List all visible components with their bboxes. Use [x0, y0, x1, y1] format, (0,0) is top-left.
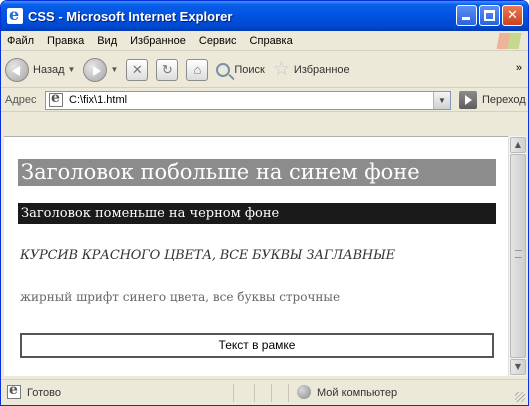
stop-button[interactable]: ✕	[126, 56, 149, 84]
refresh-icon: ↻	[156, 58, 179, 81]
search-icon	[216, 62, 231, 77]
maximize-button[interactable]	[479, 5, 500, 26]
scroll-down-button[interactable]: ▼	[510, 359, 526, 375]
ie-icon	[7, 5, 23, 24]
toolbar: Назад ▼ ▼ ✕ ↻ ⌂ Поиск ☆ Избранное »	[1, 52, 528, 88]
back-arrow-icon	[5, 57, 29, 82]
page-icon	[49, 90, 63, 107]
computer-zone-icon	[297, 385, 311, 399]
address-input[interactable]: C:\fix\1.html ▼	[45, 90, 451, 110]
zone-text: Мой компьютер	[317, 387, 398, 399]
forward-arrow-icon	[83, 57, 108, 82]
address-label: Адрес	[5, 94, 37, 106]
back-label: Назад	[33, 63, 65, 76]
heading-black: Заголовок поменьше на черном фоне	[18, 203, 496, 224]
search-label: Поиск	[234, 63, 265, 76]
scroll-thumb[interactable]	[510, 154, 526, 358]
menu-favorites[interactable]: Избранное	[130, 35, 186, 47]
menu-bar: Файл Правка Вид Избранное Сервис Справка	[1, 31, 528, 51]
lowercase-text: жирный шрифт синего цвета, все буквы стр…	[20, 290, 341, 304]
address-value: C:\fix\1.html	[69, 94, 128, 106]
minimize-button[interactable]	[456, 5, 477, 26]
go-button[interactable]: Переход	[482, 94, 526, 106]
resize-grip-icon[interactable]	[515, 392, 525, 402]
title-bar[interactable]: CSS - Microsoft Internet Explorer ✕	[1, 1, 528, 31]
close-button[interactable]: ✕	[502, 5, 523, 26]
windows-logo-icon	[496, 33, 522, 49]
forward-dropdown-icon[interactable]: ▼	[110, 65, 118, 74]
status-divider	[288, 384, 289, 402]
status-divider	[233, 384, 234, 402]
toolbar-more-chevron[interactable]: »	[516, 62, 522, 74]
heading-blue: Заголовок побольше на синем фоне	[18, 159, 496, 186]
home-button[interactable]: ⌂	[186, 56, 209, 84]
home-icon: ⌂	[186, 58, 209, 81]
status-divider	[254, 384, 255, 402]
status-bar: Готово Мой компьютер	[1, 379, 528, 405]
minimize-icon	[462, 17, 470, 20]
refresh-button[interactable]: ↻	[156, 56, 179, 84]
search-button[interactable]: Поиск	[216, 56, 265, 84]
go-arrow-icon[interactable]	[459, 91, 477, 109]
back-button[interactable]: Назад ▼	[5, 56, 75, 84]
back-dropdown-icon[interactable]: ▼	[68, 65, 76, 74]
grip-icon	[515, 250, 522, 258]
stop-icon: ✕	[126, 58, 149, 81]
page-content: Заголовок побольше на синем фоне Заголов…	[4, 136, 508, 376]
address-dropdown-icon[interactable]: ▼	[433, 91, 450, 109]
address-bar: Адрес C:\fix\1.html ▼ Переход	[1, 89, 528, 112]
status-page-icon	[7, 382, 21, 399]
italic-red-text: КУРСИВ КРАСНОГО ЦВЕТА, ВСЕ БУКВЫ ЗАГЛАВН…	[20, 248, 395, 263]
boxed-text: Текст в рамке	[20, 333, 494, 358]
star-icon: ☆	[272, 59, 290, 80]
menu-tools[interactable]: Сервис	[199, 35, 237, 47]
status-text: Готово	[27, 387, 61, 399]
status-divider	[271, 384, 272, 402]
window-title: CSS - Microsoft Internet Explorer	[28, 8, 233, 24]
menu-view[interactable]: Вид	[97, 35, 117, 47]
close-icon: ✕	[507, 8, 518, 23]
menu-help[interactable]: Справка	[250, 35, 293, 47]
favorites-label: Избранное	[293, 63, 350, 76]
browser-window: CSS - Microsoft Internet Explorer ✕ Файл…	[0, 0, 529, 406]
forward-button[interactable]: ▼	[83, 56, 118, 84]
menu-file[interactable]: Файл	[7, 35, 34, 47]
menu-edit[interactable]: Правка	[47, 35, 84, 47]
scroll-up-button[interactable]: ▲	[510, 137, 526, 153]
favorites-button[interactable]: ☆ Избранное	[273, 56, 350, 84]
maximize-icon	[484, 10, 495, 21]
window-controls: ✕	[456, 5, 523, 26]
vertical-scrollbar[interactable]: ▲ ▼	[508, 136, 526, 376]
